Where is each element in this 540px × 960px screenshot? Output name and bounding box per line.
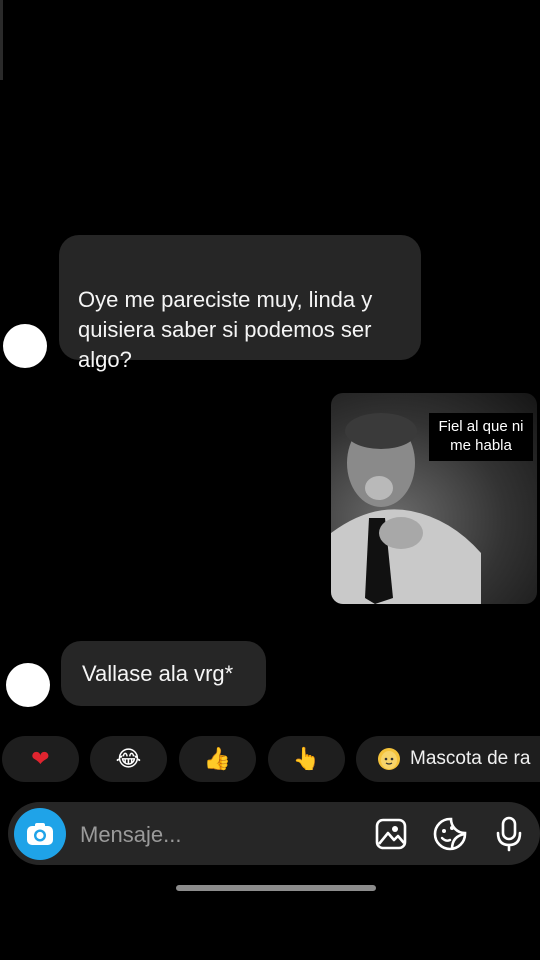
incoming-message-bubble[interactable]: Oye me pareciste muy, linda y quisiera s… (59, 235, 421, 372)
microphone-icon (496, 816, 522, 852)
suggested-reply-chip[interactable]: Mascota de ra (356, 736, 540, 782)
red-heart-icon: ❤ (31, 746, 50, 771)
quick-reactions-bar: ❤ 😂 👍 👆 Mascota de ra (0, 736, 540, 782)
message-text: Oye me pareciste muy, linda y quisiera s… (78, 287, 373, 372)
sticker-icon (433, 817, 467, 851)
message-input[interactable] (78, 816, 362, 854)
reaction-laughing-button[interactable]: 😂 (90, 736, 167, 782)
sender-avatar[interactable] (3, 324, 47, 368)
thumbs-up-icon: 👍 (203, 746, 232, 771)
home-indicator[interactable] (176, 885, 376, 891)
message-composer (8, 802, 540, 865)
outgoing-image-message[interactable]: Fiel al que ni me habla (331, 393, 537, 604)
image-caption: Fiel al que ni me habla (429, 413, 533, 461)
pointing-hand-icon: 👆 (292, 746, 321, 771)
gallery-button[interactable] (372, 815, 410, 853)
screen-edge-mark (0, 0, 3, 80)
reaction-thumbs-up-button[interactable]: 👍 (179, 736, 256, 782)
suggested-reply-label: Mascota de ra (410, 748, 531, 769)
gallery-icon (375, 818, 407, 850)
sticker-button[interactable] (431, 815, 469, 853)
incoming-message-bubble[interactable]: Vallase ala vrg* (61, 641, 266, 706)
laughing-tears-icon: 😂 (115, 746, 142, 771)
camera-icon (27, 823, 53, 845)
message-text: Vallase ala vrg* (82, 661, 234, 686)
reaction-heart-button[interactable]: ❤ (2, 736, 79, 782)
sender-avatar[interactable] (6, 663, 50, 707)
voice-message-button[interactable] (490, 815, 528, 853)
egg-icon (378, 748, 400, 770)
camera-button[interactable] (14, 808, 66, 860)
reaction-pointing-button[interactable]: 👆 (268, 736, 345, 782)
